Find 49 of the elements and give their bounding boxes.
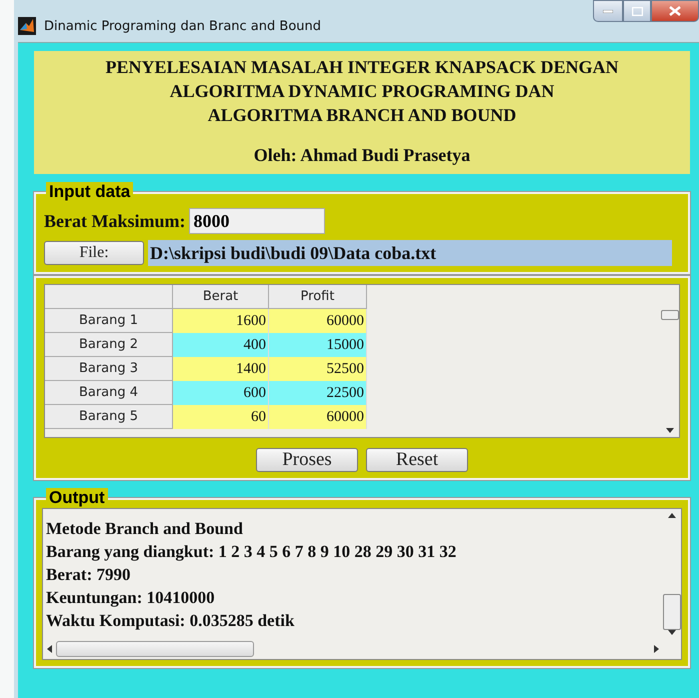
column-header: Berat xyxy=(173,285,269,309)
output-line: Barang yang diangkut: 1 2 3 4 5 6 7 8 9 10 28 29 30 31 32 xyxy=(46,541,458,563)
action-button[interactable]: Proses xyxy=(256,448,358,472)
maximize-icon xyxy=(632,6,642,16)
table-cell: 15000 xyxy=(269,333,367,357)
max-weight-field[interactable]: 8000 xyxy=(189,208,326,234)
window-title: Dinamic Programing dan Branc and Bound xyxy=(44,18,322,34)
close-icon xyxy=(669,6,681,16)
scroll-down-icon[interactable] xyxy=(666,428,674,433)
minimize-icon xyxy=(603,10,613,12)
table-cell: 600 xyxy=(173,381,269,405)
panel-title: Output xyxy=(46,488,108,508)
author-text: Oleh: Ahmad Budi Prasetya xyxy=(254,145,470,166)
action-button[interactable]: Reset xyxy=(366,448,468,472)
scroll-thumb[interactable] xyxy=(56,641,254,657)
field-label: Berat Maksimum: xyxy=(44,210,186,232)
scroll-left-icon[interactable] xyxy=(47,645,52,653)
table-cell: 60 xyxy=(173,405,269,429)
banner-title-line: ALGORITMA BRANCH AND BOUND xyxy=(208,104,516,127)
table-cell: 1600 xyxy=(173,309,269,333)
row-header: Barang 3 xyxy=(45,357,173,381)
panel-title: Input data xyxy=(46,182,134,202)
row-header: Barang 4 xyxy=(45,381,173,405)
banner-title-line: ALGORITMA DYNAMIC PROGRAMING DAN xyxy=(170,80,554,103)
scroll-right-icon[interactable] xyxy=(654,645,659,653)
minimize-button[interactable] xyxy=(593,0,623,22)
output-line: Metode Branch and Bound xyxy=(46,518,244,540)
banner-title-line: PENYELESAIAN MASALAH INTEGER KNAPSACK DENGAN xyxy=(105,56,619,79)
table-cell: 60000 xyxy=(269,405,367,429)
scroll-up-icon[interactable] xyxy=(668,513,676,518)
output-line: Berat: 7990 xyxy=(46,564,132,586)
output-line: Waktu Komputasi: 0.035285 detik xyxy=(46,610,296,632)
table-cell: 60000 xyxy=(269,309,367,333)
row-header: Barang 1 xyxy=(45,309,173,333)
column-header: Profit xyxy=(269,285,367,309)
file-path: D:\skripsi budi\budi 09\Data coba.txt xyxy=(148,240,672,266)
table-cell: 52500 xyxy=(269,357,367,381)
scroll-thumb[interactable] xyxy=(661,310,679,320)
table-cell: 1400 xyxy=(173,357,269,381)
maximize-button[interactable] xyxy=(623,0,651,22)
close-button[interactable] xyxy=(651,0,699,22)
table-cell: 22500 xyxy=(269,381,367,405)
file-button[interactable]: File: xyxy=(44,241,144,265)
row-header: Barang 2 xyxy=(45,333,173,357)
output-line: Keuntungan: 10410000 xyxy=(46,587,216,609)
app-logo-icon xyxy=(18,17,36,35)
table-cell: 400 xyxy=(173,333,269,357)
scroll-thumb[interactable] xyxy=(663,594,681,630)
row-header: Barang 5 xyxy=(45,405,173,429)
